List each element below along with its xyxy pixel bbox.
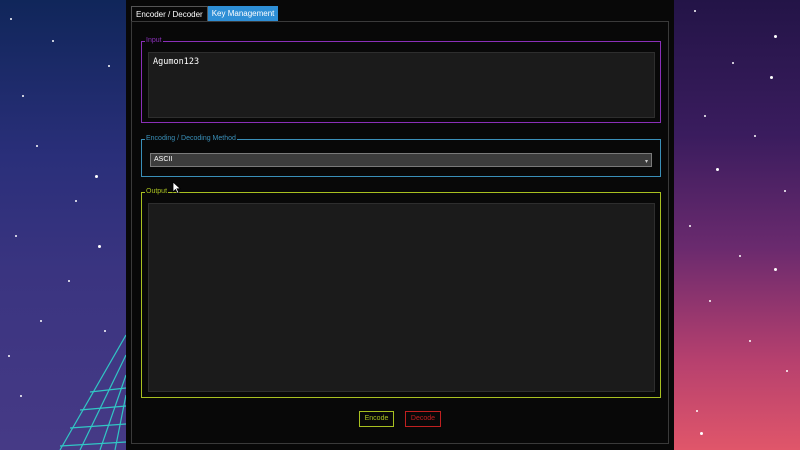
tab-encoder-decoder[interactable]: Encoder / Decoder bbox=[131, 6, 208, 22]
tab-key-management[interactable]: Key Management bbox=[207, 6, 279, 22]
neon-grid-graphic bbox=[59, 334, 126, 450]
output-textbox[interactable] bbox=[148, 203, 655, 392]
desktop-background-right bbox=[674, 0, 800, 450]
encode-button[interactable]: Encode bbox=[359, 411, 394, 427]
app-window: Encoder / Decoder Key Management Input A… bbox=[126, 0, 674, 450]
chevron-down-icon: ▾ bbox=[644, 159, 648, 165]
method-group: Encoding / Decoding Method ASCII ▾ bbox=[141, 134, 661, 177]
input-group-label: Input bbox=[145, 36, 163, 46]
method-dropdown[interactable]: ASCII ▾ bbox=[150, 153, 652, 167]
desktop-background-left bbox=[0, 0, 126, 450]
encoder-decoder-panel: Input Agumon123 Encoding / Decoding Meth… bbox=[131, 21, 669, 444]
input-group: Input Agumon123 bbox=[141, 36, 661, 123]
output-group: Output bbox=[141, 187, 661, 398]
method-group-label: Encoding / Decoding Method bbox=[145, 134, 237, 144]
tab-bar: Encoder / Decoder Key Management bbox=[131, 6, 279, 22]
mouse-cursor-icon bbox=[172, 182, 181, 194]
output-group-label: Output bbox=[145, 187, 169, 197]
input-textbox[interactable]: Agumon123 bbox=[148, 52, 655, 118]
method-dropdown-value: ASCII bbox=[154, 156, 173, 163]
decode-button[interactable]: Decode bbox=[405, 411, 441, 427]
